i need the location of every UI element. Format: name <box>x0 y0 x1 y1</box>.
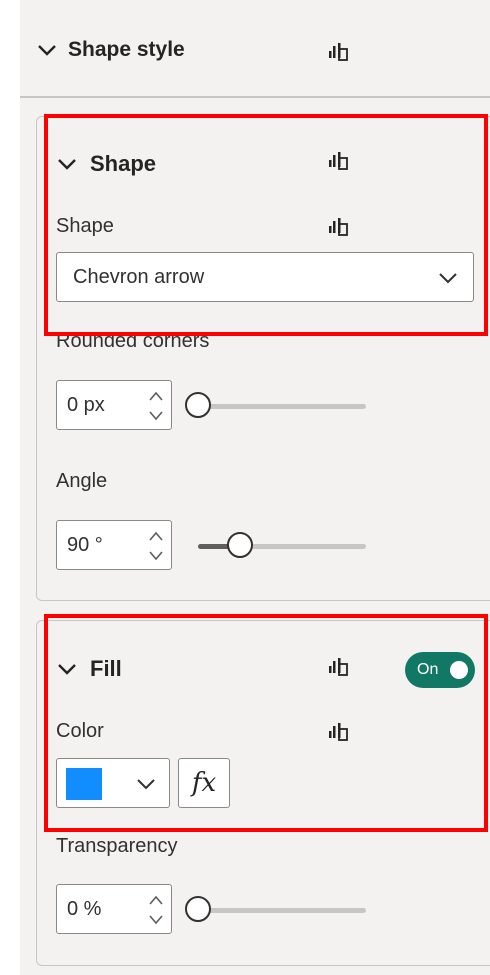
shape-dropdown[interactable]: Chevron arrow <box>56 252 474 302</box>
transparency-input[interactable]: 0 % <box>56 884 172 934</box>
chevron-down-icon <box>58 159 76 170</box>
fill-section-title: Fill <box>90 656 122 681</box>
rounded-corners-label: Rounded corners <box>56 330 210 352</box>
chevron-down-icon <box>58 664 76 675</box>
rounded-corners-value: 0 px <box>67 393 105 416</box>
chevron-down-icon <box>137 779 155 790</box>
rounded-corners-input[interactable]: 0 px <box>56 380 172 430</box>
rounded-corners-slider-thumb[interactable] <box>185 392 211 418</box>
rounded-corners-slider-track[interactable] <box>198 404 366 409</box>
color-swatch <box>66 768 102 800</box>
shape-section-header[interactable]: Shape <box>56 151 156 177</box>
chevron-down-icon <box>38 45 56 56</box>
angle-value: 90 ° <box>67 533 103 556</box>
spinner-arrows-icon[interactable] <box>147 527 165 565</box>
chevron-down-icon <box>439 273 457 284</box>
fill-toggle[interactable]: On <box>405 652 475 688</box>
shape-label: Shape <box>56 215 114 237</box>
toggle-label: On <box>417 661 439 678</box>
spinner-arrows-icon[interactable] <box>147 387 165 425</box>
shape-style-header[interactable]: Shape style <box>36 38 185 62</box>
fill-section-header[interactable]: Fill <box>56 656 122 682</box>
color-label: Color <box>56 720 104 742</box>
angle-input[interactable]: 90 ° <box>56 520 172 570</box>
conditional-format-icon[interactable] <box>326 40 350 64</box>
transparency-label: Transparency <box>56 835 178 857</box>
conditional-format-icon[interactable] <box>326 149 350 173</box>
conditional-format-icon[interactable] <box>326 215 350 239</box>
shape-section-title: Shape <box>90 151 157 176</box>
conditional-format-icon[interactable] <box>326 655 350 679</box>
conditional-format-icon[interactable] <box>326 720 350 744</box>
fx-button[interactable]: fx <box>178 758 230 808</box>
transparency-slider-track[interactable] <box>198 908 366 913</box>
angle-label: Angle <box>56 470 108 492</box>
spinner-arrows-icon[interactable] <box>147 891 165 929</box>
divider <box>20 96 490 98</box>
angle-slider-thumb[interactable] <box>227 532 253 558</box>
color-picker[interactable] <box>56 758 170 808</box>
transparency-slider-thumb[interactable] <box>185 896 211 922</box>
transparency-value: 0 % <box>67 897 102 920</box>
toggle-knob <box>450 661 468 679</box>
shape-dropdown-value: Chevron arrow <box>73 265 205 288</box>
shape-style-title: Shape style <box>68 38 185 61</box>
